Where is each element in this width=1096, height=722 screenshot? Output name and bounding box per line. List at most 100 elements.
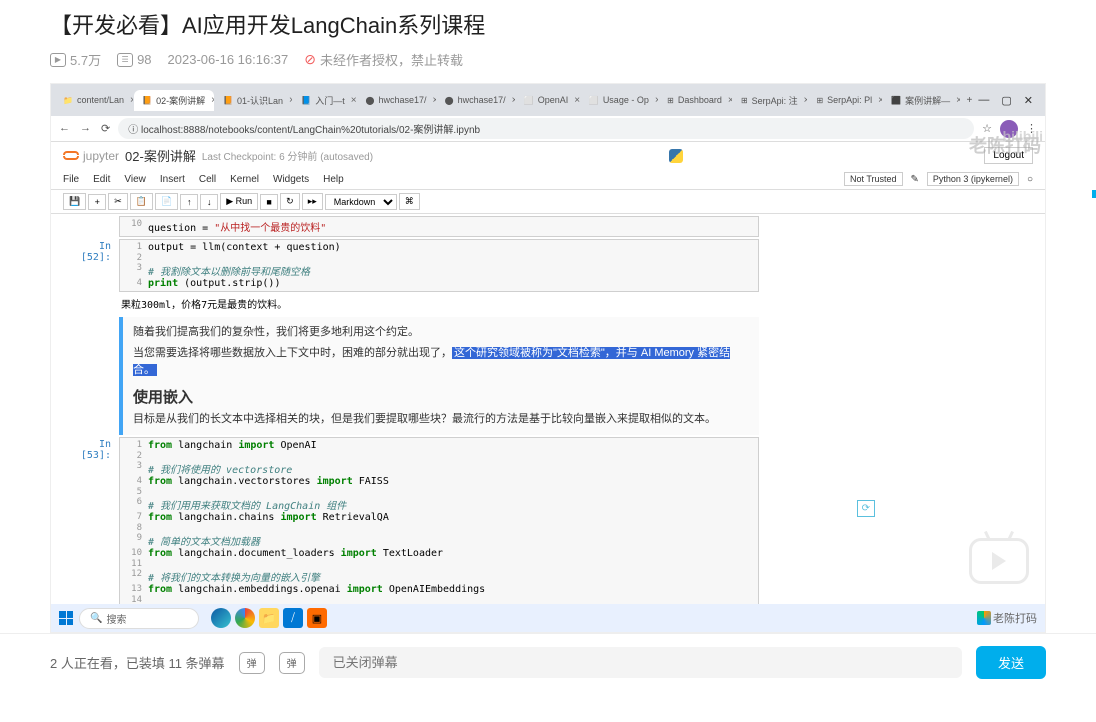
kernel-indicator-icon: ○ — [1027, 174, 1033, 185]
explorer-icon[interactable]: 📁 — [259, 608, 279, 628]
browser-tab[interactable]: 📙01-认识Lan× — [215, 90, 292, 111]
code-line: 6# 我们用用来获取文档的 LangChain 组件 — [124, 497, 754, 512]
notebook-title[interactable]: 02-案例讲解 — [125, 146, 196, 165]
stop-button[interactable]: ■ — [260, 194, 278, 210]
restart-button[interactable]: ↻ — [280, 193, 300, 210]
run-button[interactable]: ▶ Run — [220, 193, 258, 210]
code-line: 7from langchain.chains import RetrievalQ… — [124, 512, 754, 523]
code-cell[interactable]: In [52]: 1output = llm(context + questio… — [63, 239, 1045, 315]
cell-prompt: In [53]: — [63, 437, 119, 619]
back-icon[interactable]: ← — [59, 122, 70, 135]
cell-output: 果粒300ml，价格7元是最贵的饮料。 — [119, 292, 759, 315]
url-text: localhost:8888/notebooks/content/LangCha… — [141, 125, 480, 136]
jupyter-logo[interactable]: jupyter — [63, 149, 119, 163]
trust-badge[interactable]: Not Trusted — [844, 172, 903, 186]
danmu-toggle[interactable]: 弹 — [239, 652, 265, 674]
menu-item[interactable]: View — [124, 174, 146, 185]
edge-icon[interactable] — [211, 608, 231, 628]
move-up-button[interactable]: ↑ — [180, 194, 198, 210]
danmu-settings[interactable]: 弹 — [279, 652, 305, 674]
code-line: 10question = "从中找一个最贵的饮料" — [124, 219, 754, 234]
menu-item[interactable]: Kernel — [230, 174, 259, 185]
danmu-count-text: 98 — [137, 52, 151, 67]
browser-tab[interactable]: 📁content/Lan× — [55, 90, 133, 111]
code-line: 1from langchain import OpenAI — [124, 440, 754, 451]
cell-prompt — [63, 216, 119, 237]
danmu-bar: 2 人正在看，已装填 11 条弹幕 弹 弹 发送 — [0, 633, 1096, 691]
danmu-status: 2 人正在看，已装填 11 条弹幕 — [50, 653, 225, 672]
notebook-body[interactable]: 10question = "从中找一个最贵的饮料" In [52]: 1outp… — [51, 214, 1045, 632]
md-text: 当您需要选择将哪些数据放入上下文中时，困难的部分就出现了，这个研究领域被称为"文… — [133, 345, 753, 380]
start-button[interactable] — [59, 611, 73, 625]
checkpoint-text: Last Checkpoint: 6 分钟前 (autosaved) — [202, 148, 373, 163]
jupyter-brand: jupyter — [83, 149, 119, 163]
bilibili-logo: bilibili — [1003, 128, 1043, 144]
url-bar[interactable]: ⓘ localhost:8888/notebooks/content/LangC… — [118, 118, 974, 139]
md-text: 随着我们提高我们的复杂性，我们将更多地利用这个约定。 — [133, 324, 753, 342]
browser-titlebar: 📁content/Lan×📙02-案例讲解×📙01-认识Lan×📘入门—t×⬤h… — [51, 84, 1045, 116]
danmu-icon: ☰ — [117, 53, 133, 67]
jupyter-toolbar: 💾 + ✂ 📋 📄 ↑ ↓ ▶ Run ■ ↻ ▸▸ Markdown ⌘ — [51, 190, 1045, 214]
code-line: 13from langchain.embeddings.openai impor… — [124, 584, 754, 595]
sidebar-indicator — [1092, 190, 1096, 198]
browser-tab[interactable]: ⬤hwchase17/× — [437, 90, 515, 111]
bilibili-tv-icon — [969, 538, 1029, 584]
browser-tab[interactable]: 📙02-案例讲解× — [134, 90, 214, 111]
cut-button[interactable]: ✂ — [108, 193, 128, 210]
celltype-select[interactable]: Markdown — [325, 194, 397, 210]
reload-icon[interactable]: ⟳ — [101, 122, 110, 135]
video-player[interactable]: 📁content/Lan×📙02-案例讲解×📙01-认识Lan×📘入门—t×⬤h… — [50, 83, 1046, 633]
windows-taskbar: 🔍 搜索 📁 ⧸ ▣ 老陈打码 — [51, 604, 1045, 632]
app-icon[interactable]: ▣ — [307, 608, 327, 628]
taskbar-search[interactable]: 🔍 搜索 — [79, 608, 199, 629]
add-cell-button[interactable]: + — [88, 194, 106, 210]
browser-tab[interactable]: ⊞SerpApi: Pl× — [808, 90, 882, 111]
chrome-icon[interactable] — [235, 608, 255, 628]
restart-run-button[interactable]: ▸▸ — [302, 193, 323, 210]
menu-item[interactable]: Widgets — [273, 174, 309, 185]
browser-tab[interactable]: 📘入门—t× — [293, 90, 356, 111]
md-text-part: 当您需要选择将哪些数据放入上下文中时，困难的部分就出现了， — [133, 347, 452, 359]
menu-item[interactable]: Help — [323, 174, 344, 185]
markdown-cell[interactable]: 随着我们提高我们的复杂性，我们将更多地利用这个约定。 当您需要选择将哪些数据放入… — [119, 317, 759, 435]
browser-tab[interactable]: ⬜Usage - Op× — [581, 90, 658, 111]
command-palette-button[interactable]: ⌘ — [399, 193, 420, 210]
forward-icon[interactable]: → — [80, 122, 91, 135]
menu-item[interactable]: File — [63, 174, 79, 185]
maximize-icon[interactable]: ▢ — [1001, 94, 1011, 107]
code-cell[interactable]: 10question = "从中找一个最贵的饮料" — [63, 216, 1045, 237]
browser-tab[interactable]: ⬤hwchase17/× — [358, 90, 436, 111]
move-down-button[interactable]: ↓ — [200, 194, 218, 210]
play-icon: ▶ — [50, 53, 66, 67]
code-line: 1output = llm(context + question) — [124, 242, 754, 253]
code-cell[interactable]: In [53]: 1from langchain import OpenAI23… — [63, 437, 1045, 619]
copy-button[interactable]: 📋 — [130, 193, 153, 210]
browser-navbar: ← → ⟳ ⓘ localhost:8888/notebooks/content… — [51, 116, 1045, 142]
menu-item[interactable]: Insert — [160, 174, 185, 185]
browser-window: 📁content/Lan×📙02-案例讲解×📙01-认识Lan×📘入门—t×⬤h… — [51, 84, 1045, 632]
new-tab-button[interactable]: + — [961, 93, 979, 108]
restart-kernel-icon[interactable]: ⟳ — [857, 500, 875, 517]
send-button[interactable]: 发送 — [976, 646, 1046, 679]
save-button[interactable]: 💾 — [63, 193, 86, 210]
browser-tab[interactable]: ⊞SerpApi: 注× — [733, 90, 808, 111]
minimize-icon[interactable]: — — [978, 94, 989, 107]
danmu-input[interactable] — [319, 647, 962, 678]
code-line: 12# 将我们的文本转换为向量的嵌入引擎 — [124, 569, 754, 584]
kernel-name[interactable]: Python 3 (ipykernel) — [927, 172, 1019, 186]
python-icon — [669, 149, 683, 163]
browser-tab[interactable]: ⊞Dashboard× — [659, 90, 732, 111]
browser-tab[interactable]: ⬛案例讲解—× — [883, 90, 959, 111]
menu-item[interactable]: Edit — [93, 174, 110, 185]
views-count: ▶ 5.7万 — [50, 50, 101, 69]
page-title: 【开发必看】AI应用开发LangChain系列课程 — [0, 0, 1096, 44]
paste-button[interactable]: 📄 — [155, 193, 178, 210]
pencil-icon[interactable]: ✎ — [911, 174, 919, 185]
code-line: 4from langchain.vectorstores import FAIS… — [124, 476, 754, 487]
jupyter-menubar: FileEditViewInsertCellKernelWidgetsHelp … — [51, 169, 1045, 190]
menu-item[interactable]: Cell — [199, 174, 216, 185]
code-line: 11 — [124, 559, 754, 569]
vscode-icon[interactable]: ⧸ — [283, 608, 303, 628]
browser-tab[interactable]: ⬜OpenAI× — [516, 90, 580, 111]
close-icon[interactable]: ✕ — [1024, 94, 1033, 107]
